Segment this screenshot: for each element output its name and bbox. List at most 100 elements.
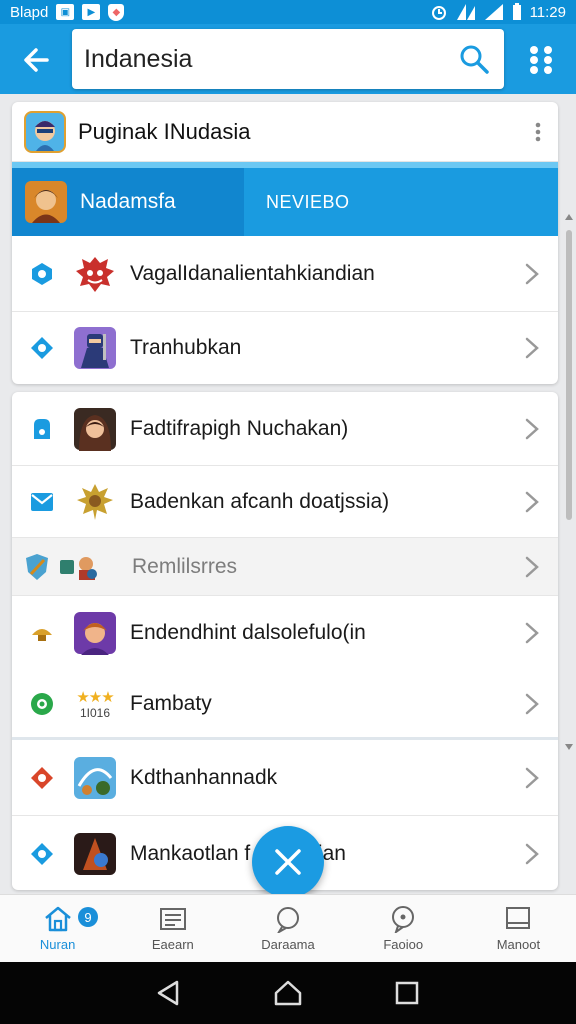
nav-label: Daraama: [261, 937, 315, 952]
rating-text: 1I016: [79, 705, 111, 720]
square-recents-icon: [395, 981, 418, 1005]
scrollbar-thumb[interactable]: [566, 230, 572, 520]
bottom-navigation: Nuran 9 Eaearn Daraama Faoioo Manoot: [0, 894, 576, 962]
nav-item-home[interactable]: Nuran 9: [0, 895, 115, 962]
search-box: [72, 29, 504, 89]
chevron-right-icon: [525, 263, 539, 284]
chevron-right-icon: [525, 418, 539, 439]
list-item[interactable]: VagalIdanalientahkiandian: [12, 236, 558, 312]
nav-label: Faoioo: [383, 937, 424, 952]
home-icon: [44, 906, 71, 932]
back-arrow-icon: [24, 48, 49, 72]
duo-characters-icon: [60, 556, 97, 580]
grid-menu-icon[interactable]: [524, 42, 558, 76]
list-item[interactable]: Tranhubkan: [12, 312, 558, 384]
chevron-right-icon: [525, 622, 539, 644]
status-right: 11:29: [430, 3, 566, 21]
nav-item-messages[interactable]: Faoioo: [346, 895, 461, 962]
lead-icon: [12, 415, 72, 443]
carrier-label: Blapd: [10, 3, 49, 21]
list-item[interactable]: ★★★ 1I016 Fambaty: [12, 670, 558, 740]
lead-icon: [12, 260, 72, 288]
list-item[interactable]: Fadtifrapigh Nuchakan): [12, 392, 558, 466]
window-icon: [506, 907, 531, 929]
status-bar: Blapd ▣ ▶ ◆ 11:29: [0, 0, 576, 24]
diamond-icon: [31, 337, 53, 359]
alarm-icon: [431, 6, 446, 20]
lead-icon: [12, 619, 72, 647]
tab-label-active: Nadamsfa: [80, 190, 176, 213]
demon-mask-icon: [72, 251, 118, 297]
item-label: Kdthanhannadk: [130, 765, 278, 789]
card-header: Puginak INudasia: [12, 102, 558, 162]
scroll-up-icon[interactable]: [564, 212, 574, 222]
blue-diamond-icon: [31, 843, 53, 865]
item-label: VagalIdanalientahkiandian: [130, 261, 375, 285]
heroine-portrait-icon: [72, 406, 118, 452]
lead-icon-group: [12, 552, 100, 582]
close-icon: [275, 849, 301, 875]
tab-label: NEVIEBO: [266, 191, 350, 212]
chevron-right-icon: [525, 693, 539, 714]
chat-bubble-icon: [392, 906, 415, 933]
dark-fantasy-icon: [72, 831, 118, 877]
notification-icon: ▣: [56, 4, 75, 20]
tab-nadamsfa[interactable]: Nadamsfa: [12, 168, 244, 236]
system-recents-button[interactable]: [387, 973, 427, 1013]
scroll-down-icon[interactable]: [564, 742, 574, 752]
item-label: Badenkan afcanh doatjssia): [130, 489, 390, 513]
system-back-button[interactable]: [149, 973, 189, 1013]
lead-icon: [12, 690, 72, 718]
search-input[interactable]: [72, 44, 432, 74]
nav-item-window[interactable]: Manoot: [461, 895, 576, 962]
item-label: Fadtifrapigh Nuchakan): [130, 416, 349, 440]
back-button[interactable]: [14, 38, 58, 82]
list-item[interactable]: Badenkan afcanh doatjssia): [12, 466, 558, 538]
house-icon: [274, 980, 302, 1006]
system-home-button[interactable]: [268, 973, 308, 1013]
warrior-avatar-icon: [25, 181, 67, 223]
list-item[interactable]: Endendhint dalsolefulo(in: [12, 596, 558, 670]
triangle-back-icon: [158, 980, 179, 1006]
app-bar: [0, 24, 576, 94]
lock-icon: [34, 418, 50, 439]
shield-icon: ◆: [108, 3, 125, 21]
status-left: Blapd ▣ ▶ ◆: [10, 3, 125, 21]
close-fab-button[interactable]: [252, 826, 324, 898]
more-options-icon[interactable]: [534, 122, 542, 142]
tab-bar: Nadamsfa NEVIEBO: [12, 162, 558, 236]
chevron-right-icon: [525, 556, 539, 577]
search-icon[interactable]: [458, 43, 490, 75]
nav-item-chat[interactable]: Daraama: [230, 895, 345, 962]
ninja-character-icon: [72, 325, 118, 371]
swirl-artwork-icon: [72, 755, 118, 801]
badge-icon: [32, 262, 52, 285]
chevron-right-icon: [525, 843, 539, 865]
system-navigation: [0, 962, 576, 1024]
notification-badge: 9: [78, 907, 98, 927]
character-avatar-icon: [24, 110, 66, 153]
target-icon: [31, 692, 53, 715]
lamp-icon: [32, 629, 52, 641]
item-label: Fambaty: [130, 691, 212, 715]
chevron-right-icon: [525, 767, 539, 788]
nav-label: Nuran: [39, 937, 76, 952]
news-icon: [159, 908, 186, 930]
red-diamond-icon: [31, 766, 53, 789]
golden-warrior-icon: [72, 479, 118, 525]
nav-label: Eaearn: [151, 937, 194, 952]
list-item-dimmed[interactable]: Remlilsrres: [12, 538, 558, 596]
battery-icon: [512, 3, 521, 20]
chevron-right-icon: [525, 491, 539, 512]
nav-item-news[interactable]: Eaearn: [115, 895, 230, 962]
clock: 11:29: [529, 3, 566, 21]
card-title: Puginak INudasia: [78, 118, 251, 144]
star-icon: ★★★: [76, 688, 114, 706]
tab-neviebo[interactable]: NEVIEBO: [244, 168, 350, 236]
list-item[interactable]: Kdthanhannadk: [12, 740, 558, 816]
lead-icon: [12, 334, 72, 362]
primary-card: Puginak INudasia Nadamsfa NEVIEBO VagalI…: [12, 102, 558, 384]
chat-icon: [277, 907, 299, 933]
lead-icon: [12, 840, 72, 868]
video-icon: ▶: [82, 4, 101, 20]
